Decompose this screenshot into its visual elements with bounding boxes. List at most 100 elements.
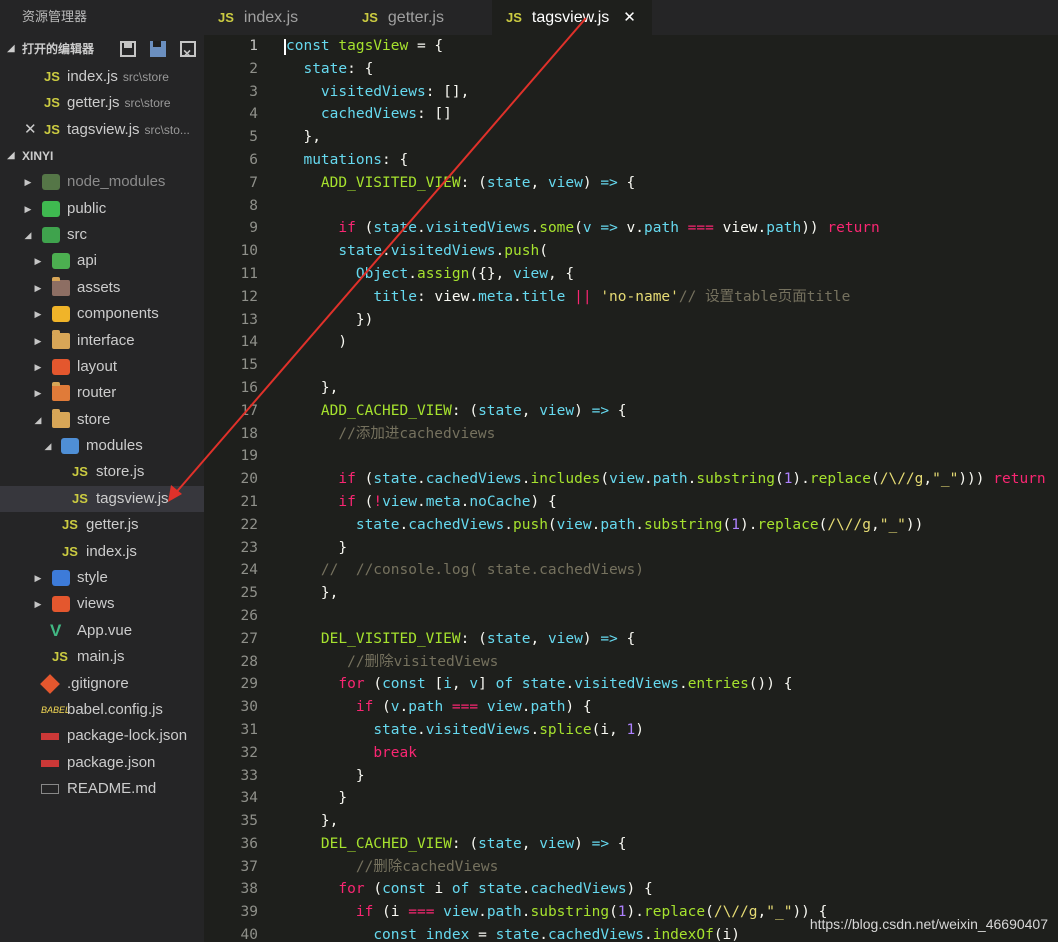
code-line: }): [355, 311, 374, 328]
tab-index-js[interactable]: JS index.js: [218, 0, 348, 35]
chevron-down-icon: ◢: [7, 150, 15, 162]
tree-item-modules[interactable]: ◢ modules: [0, 433, 204, 459]
code-editor[interactable]: 1 2 3 4 5 6 7 8 9 10 11 12 13 14 15 16 1…: [204, 35, 1058, 942]
tree-item-label: babel.config.js: [67, 700, 163, 718]
tree-item-package-json[interactable]: package.json: [0, 750, 204, 776]
chevron-right-icon: ▶: [24, 177, 32, 188]
project-header[interactable]: ◢ XINYI: [0, 143, 204, 169]
tree-item-package-lock[interactable]: package-lock.json: [0, 723, 204, 749]
line-number: 3: [249, 83, 258, 100]
line-number: 16: [240, 379, 258, 396]
line-number: 31: [240, 721, 258, 738]
line-number: 23: [240, 539, 258, 556]
tree-item-components[interactable]: ▶ components: [0, 301, 204, 327]
code-line: },: [303, 129, 321, 146]
tree-item-assets[interactable]: ▶ assets: [0, 275, 204, 301]
tab-label: index.js: [243, 9, 299, 26]
js-file-icon: JS: [62, 517, 78, 533]
line-number: 14: [240, 334, 258, 351]
open-editor-path: src\store: [122, 70, 169, 84]
tree-item-tagsview-js[interactable]: JS tagsview.js: [0, 485, 204, 513]
open-editor-item-active[interactable]: ✕ JS tagsview.js src\sto...: [0, 117, 204, 143]
code-line: title: view.meta.title || 'no-name'// 设置…: [373, 288, 851, 305]
line-number: 7: [249, 174, 258, 191]
code-line: //添加进cachedviews: [338, 425, 496, 442]
tree-item-gitignore[interactable]: .gitignore: [0, 671, 204, 697]
code-line: },: [320, 813, 339, 830]
close-icon[interactable]: ✕: [24, 117, 37, 143]
tree-item-label: style: [77, 569, 108, 587]
save-icon[interactable]: [120, 41, 136, 57]
tree-item-public[interactable]: ▶ public: [0, 196, 204, 222]
tree-item-label: store.js: [96, 463, 145, 481]
code-line: ADD_CACHED_VIEW: (state, view) => {: [320, 402, 627, 419]
tab-label: tagsview.js: [531, 9, 610, 26]
tree-item-label: interface: [77, 331, 135, 349]
tree-item-store[interactable]: ◢ store: [0, 407, 204, 433]
tree-item-api[interactable]: ▶ api: [0, 248, 204, 274]
code-line: for (const i of state.cachedViews) {: [338, 881, 653, 898]
markdown-icon: [41, 784, 59, 795]
tree-item-views[interactable]: ▶ views: [0, 591, 204, 617]
tree-item-label: src: [67, 225, 87, 243]
line-number: 1: [249, 38, 258, 54]
npm-icon: [41, 759, 59, 767]
open-editor-name: getter.js: [67, 94, 120, 112]
open-editor-item[interactable]: JS getter.js src\store: [0, 90, 204, 116]
line-number: 37: [240, 858, 258, 875]
line-number: 22: [240, 516, 258, 533]
code-line: for (const [i, v] of state.visitedViews.…: [338, 676, 793, 693]
style-folder-icon: [52, 570, 70, 587]
editor-tab-bar: JS index.js JS getter.js JS tagsview.js ✕: [204, 0, 1058, 35]
line-number: 26: [240, 607, 258, 624]
code-area[interactable]: const tagsView = { state: { visitedViews…: [284, 35, 1046, 942]
line-number: 33: [240, 767, 258, 784]
code-line: state: {: [303, 60, 374, 77]
router-folder-icon: [52, 382, 70, 402]
line-number: 6: [249, 151, 258, 168]
tree-item-babel-config[interactable]: BABEL babel.config.js: [0, 697, 204, 723]
save-all-icon[interactable]: [150, 41, 166, 57]
tree-item-getter-js[interactable]: JS getter.js: [0, 512, 204, 538]
tree-item-store-js[interactable]: JS store.js: [0, 459, 204, 485]
tree-item-router[interactable]: ▶ router: [0, 380, 204, 406]
tree-item-src[interactable]: ◢ src: [0, 222, 204, 248]
line-number: 11: [240, 265, 258, 282]
tree-item-layout[interactable]: ▶ layout: [0, 354, 204, 380]
tree-item-label: tagsview.js: [96, 489, 169, 507]
code-line: },: [320, 379, 339, 396]
line-number: 39: [240, 904, 258, 921]
chevron-right-icon: ▶: [34, 573, 42, 584]
line-number: 25: [240, 585, 258, 602]
line-number: 27: [240, 630, 258, 647]
code-line: if (state.cachedViews.includes(view.path…: [338, 471, 1046, 488]
tree-item-app-vue[interactable]: V App.vue: [0, 618, 204, 644]
tree-item-style[interactable]: ▶ style: [0, 565, 204, 591]
folder-open-icon: [52, 408, 70, 428]
tree-item-main-js[interactable]: JS main.js: [0, 644, 204, 670]
close-icon[interactable]: ✕: [623, 9, 636, 26]
open-editors-label: 打开的编辑器: [22, 42, 95, 56]
line-number: 38: [240, 881, 258, 898]
line-number: 13: [240, 311, 258, 328]
tab-tagsview-js[interactable]: JS tagsview.js ✕: [492, 0, 652, 35]
code-line: cachedViews: []: [320, 106, 452, 123]
js-file-icon: JS: [72, 464, 88, 480]
open-editor-item[interactable]: JS index.js src\store: [0, 64, 204, 90]
tab-getter-js[interactable]: JS getter.js: [362, 0, 492, 35]
code-line: mutations: {: [303, 151, 409, 168]
close-all-icon[interactable]: [180, 38, 196, 68]
tree-item-label: main.js: [77, 648, 125, 666]
tree-item-readme[interactable]: README.md: [0, 776, 204, 802]
folder-icon: [52, 329, 70, 349]
code-line: }: [338, 790, 348, 807]
tree-item-index-js[interactable]: JS index.js: [0, 539, 204, 565]
code-line: DEL_CACHED_VIEW: (state, view) => {: [320, 835, 627, 852]
open-editor-name: index.js: [67, 68, 118, 85]
open-editors-header[interactable]: ◢ 打开的编辑器: [0, 34, 204, 68]
tree-item-interface[interactable]: ▶ interface: [0, 328, 204, 354]
git-icon: [40, 673, 60, 694]
tree-item-label: layout: [77, 357, 118, 375]
tree-item-node-modules[interactable]: ▶ node_modules: [0, 169, 204, 195]
